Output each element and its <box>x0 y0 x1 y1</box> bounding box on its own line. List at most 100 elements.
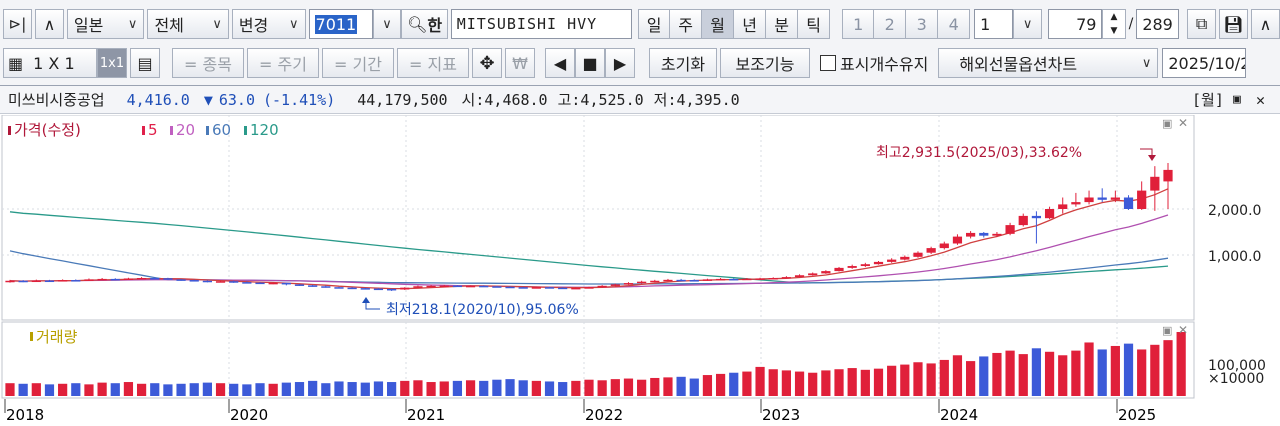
number-tab-1[interactable]: 1 <box>842 9 875 39</box>
volume-bar <box>623 378 634 396</box>
volume-pane-restore-icon[interactable]: ▣ <box>1162 324 1172 337</box>
jipyo-label: = 지표 <box>409 55 457 74</box>
period-tab-minute[interactable]: 분 <box>766 9 799 39</box>
code-dropdown-button[interactable]: ∨ <box>372 9 402 39</box>
candle-body <box>544 287 555 289</box>
volume-bar <box>334 381 344 396</box>
candle-body <box>136 278 147 280</box>
volume-bar <box>689 378 699 396</box>
volume-pane-close-icon[interactable]: ✕ <box>1178 323 1188 337</box>
layout-label: 1 X 1 <box>33 53 75 73</box>
number-tab-4[interactable]: 4 <box>938 9 971 39</box>
volume-bar <box>676 376 686 396</box>
collapse-up-button[interactable]: ∧ <box>34 9 64 39</box>
volume-bar <box>479 380 489 396</box>
period-tab-year[interactable]: 년 <box>734 9 767 39</box>
layout-button[interactable]: ▦ 1 X 1 <box>3 48 97 78</box>
next-button[interactable]: ▶ <box>605 48 635 78</box>
unit-dropdown-button[interactable]: ∨ <box>1013 9 1043 39</box>
legend-marker <box>206 126 209 135</box>
candle-body <box>1005 225 1015 234</box>
jipyo-button[interactable]: = 지표 <box>397 48 469 78</box>
period-tab-month[interactable]: 월 <box>702 9 735 39</box>
count-input[interactable]: 79 <box>1048 9 1103 39</box>
save-button[interactable]: 💾︎ <box>1219 9 1249 39</box>
move-button[interactable]: ✥ <box>472 48 502 78</box>
date-input[interactable]: 2025/10/2 <box>1162 48 1247 78</box>
legend-price: 가격(수정) <box>14 121 81 139</box>
chart-settings-button[interactable]: ▤ <box>130 48 160 78</box>
legend-ma120: 120 <box>250 121 279 139</box>
x-label-2022: 2022 <box>585 406 623 424</box>
jugi-button[interactable]: = 주기 <box>247 48 319 78</box>
currency-button[interactable]: ₩ <box>505 48 535 78</box>
period-tab-week[interactable]: 주 <box>670 9 703 39</box>
stepper-down-icon[interactable]: ▼ <box>1103 24 1124 38</box>
search-button[interactable]: 🔍︎ 한 <box>401 9 448 39</box>
candle-body <box>163 278 173 280</box>
period-tag: [월] <box>1192 91 1224 109</box>
overseas-select[interactable]: 해외선물옵션차트 ∨ <box>938 48 1159 78</box>
candle-body <box>202 280 212 283</box>
candle-body <box>650 280 660 283</box>
chart-canvas[interactable]: 가격(수정) 5 20 60 120 거래량 ▣ ✕ ▣ ✕ 최고2,931.5… <box>0 115 1280 426</box>
candle-body <box>702 279 713 281</box>
volume-bar <box>123 382 134 396</box>
x-label-2025: 2025 <box>1118 406 1156 424</box>
stop-icon: ■ <box>582 53 598 73</box>
expand-panel-button[interactable]: ⊳| <box>3 9 32 39</box>
chevron-down-icon: ∨ <box>289 16 299 32</box>
candle-body <box>781 277 791 279</box>
number-label: 3 <box>916 14 927 34</box>
stepper-up-icon[interactable]: ▲ <box>1103 10 1124 24</box>
number-label: 2 <box>884 14 895 34</box>
add-window-button[interactable]: ⧉ <box>1187 9 1217 39</box>
candle-body <box>334 287 344 289</box>
gigan-button[interactable]: = 기간 <box>322 48 394 78</box>
volume-bar <box>84 384 94 396</box>
candle-body <box>123 278 134 280</box>
pane-restore-icon[interactable]: ▣ <box>1162 117 1172 130</box>
candle-body <box>373 288 384 291</box>
volume-bar <box>1110 345 1120 396</box>
scope-select[interactable]: 전체 ∨ <box>147 9 229 39</box>
number-tab-3[interactable]: 3 <box>906 9 939 39</box>
stop-button[interactable]: ■ <box>575 48 605 78</box>
prev-button[interactable]: ◀ <box>545 48 575 78</box>
count-stepper[interactable]: ▲ ▼ <box>1102 9 1126 39</box>
pane-close-icon[interactable]: ✕ <box>1178 116 1188 130</box>
volume-bar <box>900 364 910 396</box>
code-input[interactable]: 7011 <box>308 9 373 39</box>
unit-input[interactable]: 1 <box>974 9 1014 39</box>
count-value: 79 <box>1076 14 1097 34</box>
jongmok-button[interactable]: = 종목 <box>172 48 244 78</box>
volume-bar <box>58 383 68 396</box>
x-label-2020: 2020 <box>230 406 268 424</box>
market-select[interactable]: 일본 ∨ <box>66 9 145 39</box>
add-window-icon: ⧉ <box>1195 14 1208 33</box>
keep-count-checkbox[interactable]: 표시개수유지 <box>820 51 928 75</box>
restore-icon[interactable]: ▣ <box>1233 92 1241 107</box>
period-tab-day[interactable]: 일 <box>638 9 671 39</box>
stock-name-label: 미쓰비시중공업 <box>8 91 105 109</box>
aux-button[interactable]: 보조기능 <box>720 48 810 78</box>
layout-1x1-button[interactable]: 1x1 <box>97 48 127 78</box>
change-select[interactable]: 변경 ∨ <box>231 9 306 39</box>
period-tab-tick[interactable]: 틱 <box>798 9 831 39</box>
open-value: 시:4,468.0 <box>461 91 548 109</box>
volume-bar <box>1123 343 1134 396</box>
checkbox-icon <box>820 55 836 71</box>
volume-bar <box>650 377 660 396</box>
aux-label: 보조기능 <box>735 55 795 74</box>
close-icon[interactable]: ✕ <box>1256 91 1265 109</box>
volume-bar <box>781 370 791 396</box>
candle-body <box>465 285 476 288</box>
volume-bar <box>215 383 226 396</box>
volume-bar <box>952 355 963 396</box>
number-tab-2[interactable]: 2 <box>874 9 907 39</box>
volume-bar <box>637 379 647 396</box>
reset-button[interactable]: 초기화 <box>649 48 717 78</box>
candle-body <box>1071 202 1081 205</box>
volume-bar <box>347 382 357 396</box>
more-button[interactable]: ∧ <box>1251 9 1280 39</box>
